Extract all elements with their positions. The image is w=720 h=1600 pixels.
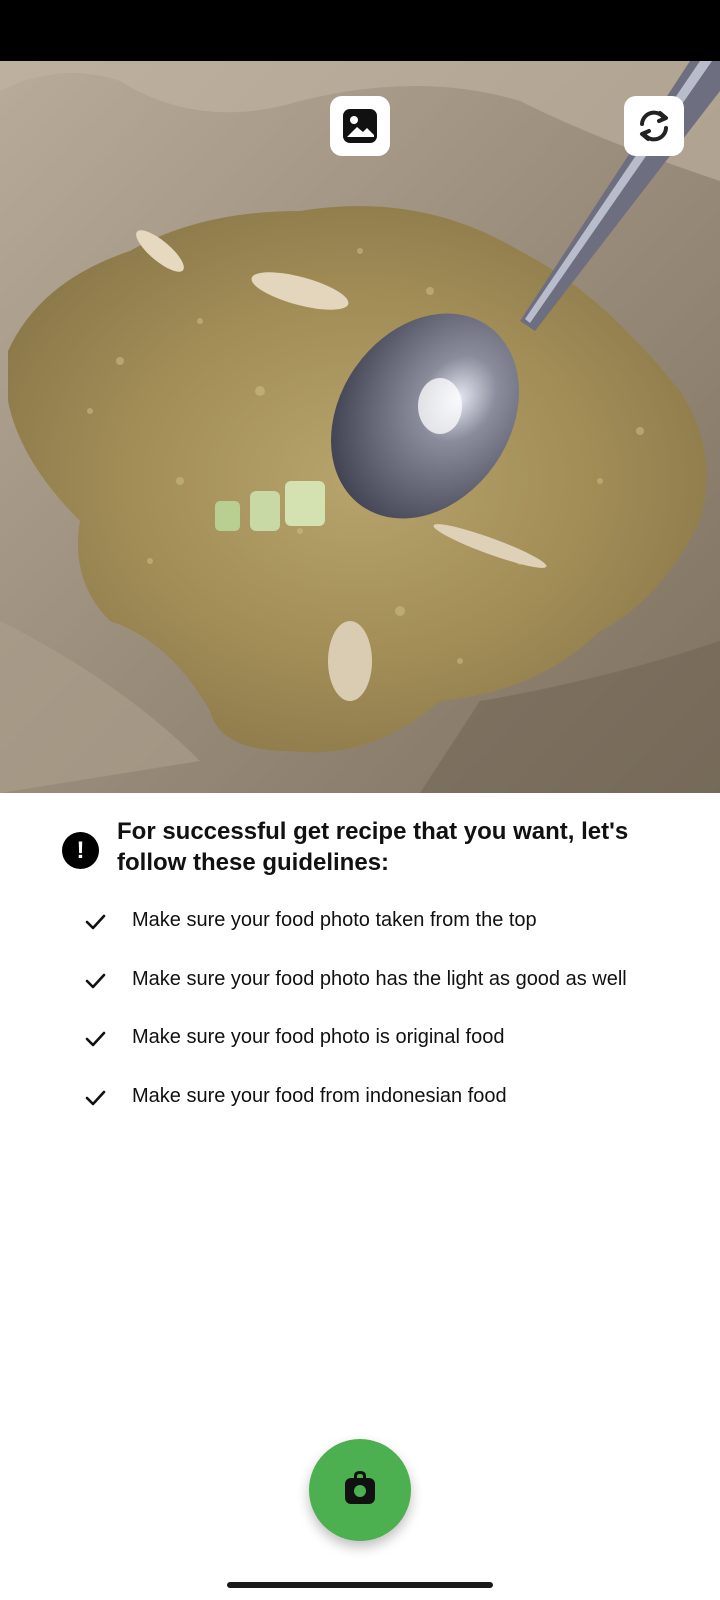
- guideline-item: Make sure your food from indonesian food: [84, 1083, 714, 1113]
- camera-preview: [0, 61, 720, 793]
- guideline-item: Make sure your food photo is original fo…: [84, 1024, 714, 1054]
- guideline-text: Make sure your food photo taken from the…: [132, 909, 537, 931]
- guidelines-title: For successful get recipe that you want,…: [117, 818, 629, 876]
- check-icon: [85, 1031, 106, 1047]
- capture-button[interactable]: [309, 1439, 411, 1541]
- food-photo: [0, 61, 720, 793]
- guideline-text: Make sure your food photo is original fo…: [132, 1026, 505, 1048]
- camera-switch-icon: [634, 106, 674, 146]
- camera-icon: [340, 1468, 380, 1513]
- exclamation-icon: !: [62, 832, 99, 869]
- guideline-item: Make sure your food photo taken from the…: [84, 907, 714, 937]
- gallery-button[interactable]: [330, 96, 390, 156]
- guideline-text: Make sure your food photo has the light …: [132, 968, 627, 990]
- camera-screen: ! For successful get recipe that you wan…: [0, 0, 720, 1600]
- check-icon: [85, 914, 106, 930]
- switch-camera-button[interactable]: [624, 96, 684, 156]
- check-icon: [85, 973, 106, 989]
- check-icon: [85, 1090, 106, 1106]
- home-indicator[interactable]: [227, 1582, 493, 1588]
- guideline-item: Make sure your food photo has the light …: [84, 966, 714, 996]
- status-bar: [0, 0, 720, 61]
- guideline-text: Make sure your food from indonesian food: [132, 1085, 507, 1107]
- image-icon: [341, 107, 379, 145]
